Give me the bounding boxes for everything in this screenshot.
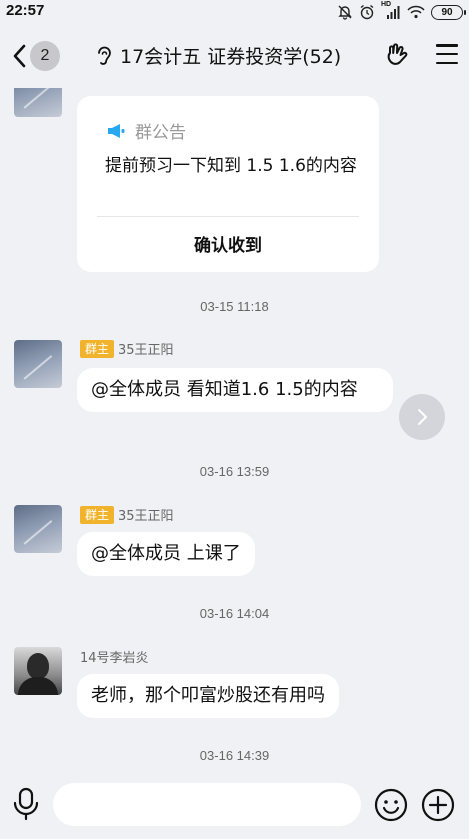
sender-line: 群主 35王正阳: [80, 339, 174, 358]
emoji-button[interactable]: [374, 788, 408, 826]
avatar[interactable]: [14, 88, 62, 117]
avatar[interactable]: [14, 340, 62, 388]
avatar-body: [18, 677, 58, 695]
announcement-text: 提前预习一下知到 1.5 1.6的内容: [105, 156, 357, 176]
sender-name: 35王正阳: [118, 343, 174, 358]
status-icons: HD 90: [337, 1, 466, 21]
back-icon: [13, 44, 26, 68]
back-button[interactable]: 2: [12, 38, 60, 74]
status-bar: 22:57 HD 90: [0, 0, 469, 24]
ear-icon: [98, 46, 111, 65]
hand-button[interactable]: [384, 42, 410, 72]
avatar[interactable]: [14, 647, 62, 695]
wifi-icon: [407, 5, 425, 19]
sender-line: 群主 35王正阳: [80, 505, 174, 524]
chat-area[interactable]: 群公告 提前预习一下知到 1.5 1.6的内容 确认收到 03-15 11:18…: [0, 88, 469, 770]
chevron-right-icon: [418, 409, 427, 425]
menu-button[interactable]: [436, 44, 458, 64]
mic-icon: [13, 787, 39, 821]
message-text: @全体成员 上课了: [91, 543, 241, 564]
owner-badge: 群主: [80, 505, 115, 524]
message-text: 老师，那个叩富炒股还有用吗: [91, 685, 325, 706]
timestamp: 03-16 14:04: [199, 606, 270, 621]
timestamp: 03-16 14:39: [199, 748, 270, 763]
confirm-received-button[interactable]: 确认收到: [77, 226, 379, 266]
signal-icon: HD: [381, 1, 401, 20]
avatar-head: [27, 653, 49, 679]
chat-title-area[interactable]: 17会计五 证券投资学(52): [96, 42, 341, 69]
mute-bell-icon: [338, 5, 352, 20]
menu-icon-line: [436, 52, 458, 56]
message-bubble[interactable]: @全体成员 上课了: [77, 532, 255, 576]
chat-header: 2 17会计五 证券投资学(52): [0, 26, 469, 88]
sender-name: 35王正阳: [118, 509, 174, 524]
timestamp: 03-16 13:59: [199, 464, 270, 479]
message-bubble[interactable]: 老师，那个叩富炒股还有用吗: [77, 674, 339, 718]
hand-icon: [387, 43, 408, 65]
avatar[interactable]: [14, 505, 62, 553]
announcement-label: 群公告: [135, 123, 186, 143]
more-button[interactable]: [421, 788, 455, 826]
message-bubble[interactable]: @全体成员 看知道1.6 1.5的内容: [77, 368, 393, 412]
unread-count-badge: 2: [30, 41, 60, 71]
battery-indicator: 90: [431, 4, 466, 20]
announcement-header: 群公告: [107, 118, 186, 143]
group-announcement-card[interactable]: 群公告 提前预习一下知到 1.5 1.6的内容 确认收到: [77, 96, 379, 272]
divider: [97, 216, 359, 217]
menu-icon-line: [436, 44, 458, 47]
alarm-icon: [360, 4, 374, 20]
megaphone-icon: [108, 123, 125, 138]
input-bar: [0, 770, 469, 839]
status-time: 22:57: [6, 2, 45, 19]
plus-icon: [421, 788, 455, 822]
timestamp: 03-15 11:18: [200, 299, 269, 314]
smile-icon: [374, 788, 408, 822]
owner-badge: 群主: [80, 339, 115, 358]
forward-button[interactable]: [399, 394, 445, 440]
message-input[interactable]: [53, 783, 361, 826]
sender-line: 14号李岩炎: [80, 647, 149, 666]
voice-button[interactable]: [13, 787, 39, 825]
message-text: @全体成员 看知道1.6 1.5的内容: [91, 379, 358, 400]
menu-icon-line: [436, 61, 458, 64]
chat-title: 17会计五 证券投资学(52): [120, 46, 342, 68]
sender-name: 14号李岩炎: [80, 651, 149, 666]
